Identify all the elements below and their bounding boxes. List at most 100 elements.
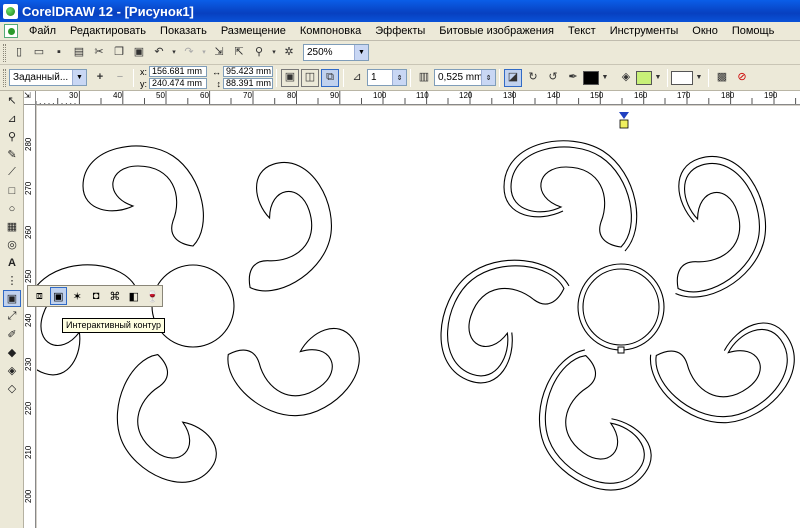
add-preset-icon[interactable]: +: [91, 69, 109, 87]
eyedropper-tool-icon[interactable]: ⤢: [3, 308, 21, 325]
ellipse-tool-icon[interactable]: ○: [3, 200, 21, 217]
contour-inside-icon[interactable]: ◫: [301, 68, 319, 87]
width-input[interactable]: 95.423 mm: [223, 66, 273, 77]
interactive-mesh-tool-icon[interactable]: ◇: [3, 380, 21, 397]
right-flower-contour[interactable]: [426, 140, 800, 511]
smart-fill-tool-icon[interactable]: ⟋: [3, 164, 21, 181]
x-position-input[interactable]: 156.681 mm: [149, 66, 207, 77]
ruler-label: 120: [459, 91, 473, 100]
outline-pen-icon[interactable]: ✒: [564, 69, 582, 87]
contour-outside-icon[interactable]: ⧉: [321, 68, 339, 87]
chevron-down-icon[interactable]: ▼: [694, 69, 704, 87]
interactive-fill-tool-icon[interactable]: ◈: [3, 362, 21, 379]
menu-arrange[interactable]: Компоновка: [293, 23, 368, 40]
contour-offset-icon[interactable]: ▥: [415, 69, 433, 87]
spinner-icon[interactable]: ⇕: [481, 70, 495, 85]
separator: [708, 68, 709, 87]
launcher-dropdown-icon[interactable]: ▾: [270, 44, 278, 62]
chevron-down-icon[interactable]: ▼: [72, 70, 86, 85]
contour-start-handle[interactable]: [617, 346, 625, 354]
freehand-tool-icon[interactable]: ✎: [3, 146, 21, 163]
separator: [499, 68, 500, 87]
linear-color-icon[interactable]: ◪: [504, 68, 522, 87]
chevron-down-icon[interactable]: ▼: [354, 45, 368, 60]
zoom-level-select[interactable]: 250% ▼: [303, 44, 369, 61]
fill2-color-swatch[interactable]: [671, 70, 693, 85]
paste-icon[interactable]: ▣: [130, 44, 148, 62]
redo-dropdown-icon[interactable]: ▾: [200, 44, 208, 62]
text-tool-icon[interactable]: A: [3, 254, 21, 271]
pick-tool-icon[interactable]: ↖: [3, 92, 21, 109]
menu-tools[interactable]: Инструменты: [603, 23, 686, 40]
menu-help[interactable]: Помощь: [725, 23, 782, 40]
coreldraw-app-icon[interactable]: [3, 3, 18, 19]
interactive-blend-tool-icon[interactable]: ⧈: [31, 287, 48, 305]
interactive-extrude-tool-icon[interactable]: ◧: [125, 287, 142, 305]
menu-file[interactable]: Файл: [22, 23, 63, 40]
contour-direction-handle[interactable]: [619, 112, 629, 129]
interactive-transparency-tool-icon[interactable]: 🍷: [144, 287, 161, 305]
contour-offset-input[interactable]: 0,525 mm ⇕: [434, 69, 496, 86]
graph-paper-tool-icon[interactable]: ▦: [3, 218, 21, 235]
interactive-envelope-tool-icon[interactable]: ⌘: [107, 287, 124, 305]
menu-effects[interactable]: Эффекты: [368, 23, 432, 40]
fill-tool-icon[interactable]: ◆: [3, 344, 21, 361]
menu-window[interactable]: Окно: [685, 23, 725, 40]
remove-preset-icon[interactable]: −: [111, 69, 129, 87]
zoom-tool-icon[interactable]: ⚲: [3, 128, 21, 145]
clockwise-color-icon[interactable]: ↻: [524, 69, 542, 87]
corel-online-icon[interactable]: ✲: [280, 44, 298, 62]
rectangle-tool-icon[interactable]: □: [3, 182, 21, 199]
fill-bucket-icon[interactable]: ◈: [617, 69, 635, 87]
shape-tool-icon[interactable]: ⊿: [3, 110, 21, 127]
horizontal-ruler[interactable]: 30 40 50 60 70 80 90 100 110 120 130 140…: [36, 91, 800, 105]
spinner-icon[interactable]: ⇕: [392, 70, 406, 85]
redo-icon[interactable]: ↷: [180, 44, 198, 62]
y-position-input[interactable]: 240.474 mm: [149, 78, 207, 89]
undo-dropdown-icon[interactable]: ▾: [170, 44, 178, 62]
cut-icon[interactable]: ✂: [90, 44, 108, 62]
ruler-label: 130: [503, 91, 517, 100]
menu-layout[interactable]: Размещение: [214, 23, 293, 40]
fill-color-swatch[interactable]: [636, 70, 652, 85]
counterclockwise-color-icon[interactable]: ↺: [544, 69, 562, 87]
clear-contour-icon[interactable]: ⊘: [733, 69, 751, 87]
preset-select[interactable]: Заданный... ▼: [9, 69, 87, 86]
toolbar-grip[interactable]: [3, 68, 6, 87]
undo-icon[interactable]: ↶: [150, 44, 168, 62]
menu-bitmaps[interactable]: Битовые изображения: [432, 23, 561, 40]
ruler-origin[interactable]: ⇲: [24, 91, 36, 105]
contour-steps-input[interactable]: 1 ⇕: [367, 69, 407, 86]
contour-to-center-icon[interactable]: ▣: [281, 68, 299, 87]
property-bar: Заданный... ▼ + − x: 156.681 mm y: 240.4…: [0, 65, 800, 91]
copy-contour-properties-icon[interactable]: ▩: [713, 69, 731, 87]
interactive-distortion-tool-icon[interactable]: ✶: [69, 287, 86, 305]
chevron-down-icon[interactable]: ▼: [600, 69, 610, 87]
vertical-ruler[interactable]: 280 270 260 250 240 230 220 210 200: [24, 105, 36, 528]
interactive-contour-tool-icon[interactable]: ▣: [49, 287, 67, 305]
outline-tool-icon[interactable]: ✐: [3, 326, 21, 343]
menu-view[interactable]: Показать: [153, 23, 214, 40]
contour-steps-icon[interactable]: ⊿: [348, 69, 366, 87]
application-launcher-icon[interactable]: ⚲: [250, 44, 268, 62]
print-icon[interactable]: ▤: [70, 44, 88, 62]
new-document-icon[interactable]: ▯: [10, 44, 28, 62]
menu-text[interactable]: Текст: [561, 23, 603, 40]
flower-center: [582, 268, 660, 346]
interactive-contour-tool-icon[interactable]: ▣: [3, 290, 21, 307]
export-icon[interactable]: ⇱: [230, 44, 248, 62]
drawing-canvas[interactable]: [37, 106, 800, 528]
chevron-down-icon[interactable]: ▼: [653, 69, 663, 87]
document-icon[interactable]: [4, 24, 18, 38]
basic-shapes-tool-icon[interactable]: ◎: [3, 236, 21, 253]
interactive-drop-shadow-tool-icon[interactable]: ◘: [88, 287, 105, 305]
outline-color-swatch[interactable]: [583, 70, 599, 85]
toolbar-grip[interactable]: [3, 43, 6, 62]
copy-icon[interactable]: ❐: [110, 44, 128, 62]
save-icon[interactable]: ▪: [50, 44, 68, 62]
height-input[interactable]: 88.391 mm: [223, 78, 273, 89]
open-icon[interactable]: ▭: [30, 44, 48, 62]
menu-edit[interactable]: Редактировать: [63, 23, 153, 40]
table-tool-icon[interactable]: ⋮: [3, 272, 21, 289]
import-icon[interactable]: ⇲: [210, 44, 228, 62]
